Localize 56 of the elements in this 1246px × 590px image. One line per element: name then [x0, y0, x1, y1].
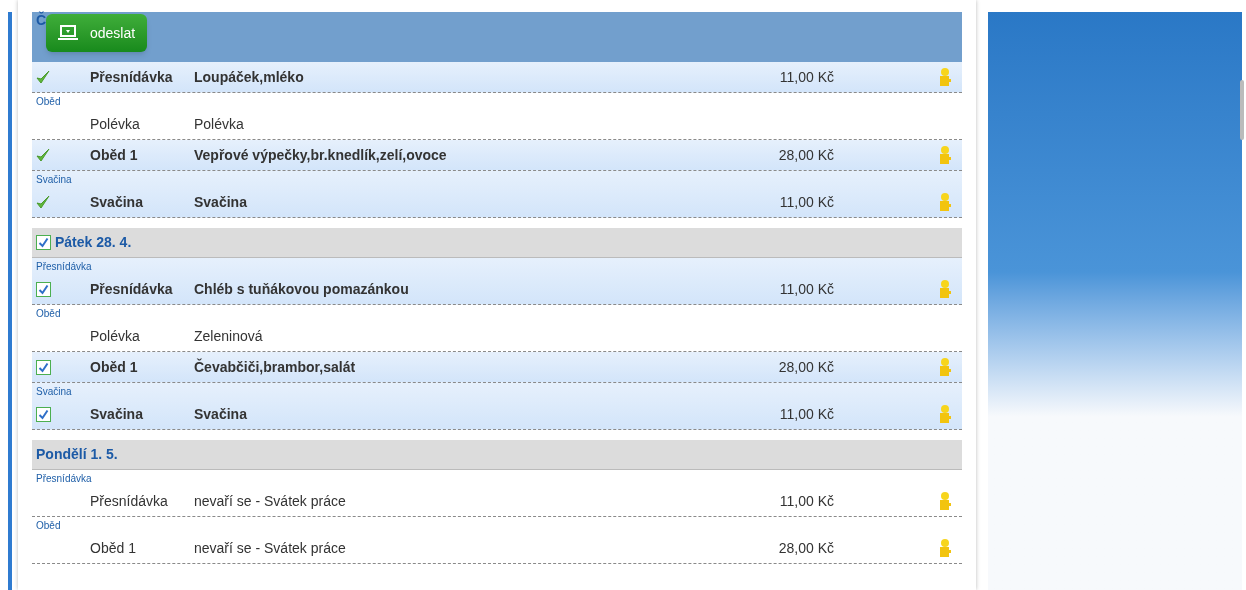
category-label: Oběd [35, 519, 62, 533]
category-label: Svačina [35, 173, 73, 187]
checkmark-icon [36, 69, 50, 85]
checkmark-icon [36, 194, 50, 210]
scrollbar[interactable] [1240, 80, 1244, 140]
meal-name: Loupáček,mléko [194, 67, 305, 87]
meal-name: Zeleninová [194, 326, 264, 346]
category-label: Přesnídávka [35, 260, 93, 274]
person-icon[interactable] [938, 192, 952, 212]
meal-name: Svačina [194, 404, 248, 424]
send-button[interactable]: odeslat [46, 14, 148, 52]
person-icon[interactable] [938, 145, 952, 165]
day-title: Pátek 28. 4. [55, 233, 132, 252]
checkbox[interactable] [36, 406, 51, 422]
meal-name: Chléb s tuňákovou pomazánkou [194, 279, 410, 299]
meal-type: Přesnídávka [90, 279, 174, 299]
person-icon[interactable] [938, 404, 952, 424]
person-icon[interactable] [938, 357, 952, 377]
day-title: Pondělí 1. 5. [36, 445, 118, 464]
meal-type: Polévka [90, 326, 141, 346]
price: 11,00 Kč [779, 491, 834, 511]
price: 28,00 Kč [778, 145, 834, 165]
meal-type: Svačina [90, 404, 144, 424]
person-icon[interactable] [938, 67, 952, 87]
meal-type: Polévka [90, 114, 141, 134]
price: 11,00 Kč [779, 192, 834, 212]
meal-type: Oběd 1 [90, 357, 139, 377]
category-label: Oběd [35, 95, 62, 109]
checkbox[interactable] [36, 359, 51, 375]
meal-type: Přesnídávka [90, 491, 169, 511]
price: 28,00 Kč [778, 357, 834, 377]
meal-name: Čevabčiči,brambor,salát [194, 357, 357, 377]
person-icon[interactable] [938, 279, 952, 299]
price: 28,00 Kč [778, 538, 834, 558]
category-label: Oběd [35, 307, 62, 321]
person-icon[interactable] [938, 538, 952, 558]
price: 11,00 Kč [779, 279, 834, 299]
checkmark-icon [36, 147, 50, 163]
meal-name: nevaří se - Svátek práce [194, 491, 347, 511]
meal-type: Svačina [90, 192, 144, 212]
meal-name: Polévka [194, 114, 245, 134]
day-title: Č [36, 12, 47, 28]
category-label: Přesnídávka [35, 472, 93, 486]
meal-type: Přesnídávka [90, 67, 174, 87]
category-label: Svačina [35, 385, 73, 399]
checkbox[interactable] [36, 281, 51, 297]
price: 11,00 Kč [779, 404, 834, 424]
meal-name: Vepřové výpečky,br.knedlík,zelí,ovoce [194, 145, 448, 165]
meal-type: Oběd 1 [90, 538, 137, 558]
meal-name: Svačina [194, 192, 248, 212]
meal-type: Oběd 1 [90, 145, 139, 165]
checkbox[interactable] [36, 235, 51, 250]
person-icon[interactable] [938, 491, 952, 511]
meal-name: nevaří se - Svátek práce [194, 538, 347, 558]
laptop-icon [58, 25, 78, 41]
price: 11,00 Kč [779, 67, 834, 87]
